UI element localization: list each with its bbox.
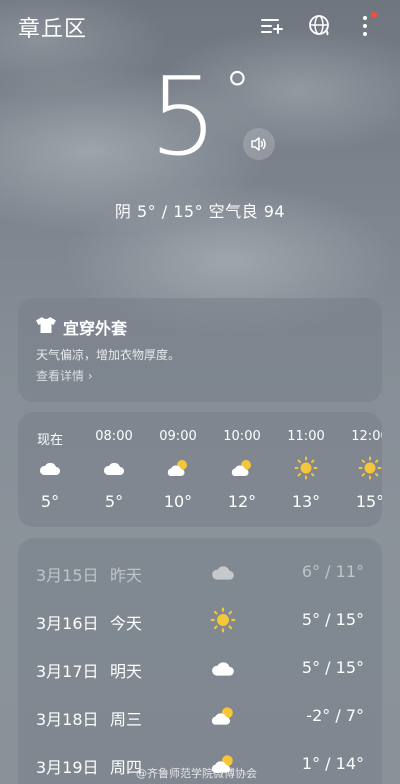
day-date: 3月19日 — [36, 758, 99, 777]
hour-time: 11:00 — [287, 429, 325, 444]
hour-time: 现在 — [36, 433, 63, 448]
day-temp-range: 6° / 11° — [301, 562, 364, 581]
hour-temp: 15° — [355, 492, 382, 511]
daily-row-wednesday[interactable]: 3月18日 周三 -2° / 7° — [18, 694, 382, 738]
hour-temp: 12° — [227, 492, 257, 511]
voice-broadcast-button[interactable] — [243, 128, 275, 160]
add-list-icon — [261, 19, 283, 34]
day-temp-range: 5° / 15° — [301, 610, 364, 629]
more-vertical-icon — [363, 16, 367, 36]
hourly-item: 现在 5° — [18, 412, 82, 527]
day-date: 3月16日 — [36, 614, 99, 633]
partly-cloudy-icon — [231, 460, 251, 476]
partly-cloudy-icon — [167, 460, 187, 476]
degree-symbol: ° — [223, 60, 251, 123]
daily-row-tomorrow[interactable]: 3月17日 明天 5° / 15° — [18, 646, 382, 690]
world-weather-button[interactable] — [306, 12, 334, 40]
hourly-forecast-card[interactable]: 现在 5° 08:00 5° 09:00 10° 10:00 12° 11:00 — [18, 412, 382, 527]
day-name: 昨天 — [110, 566, 143, 585]
hour-time: 12:00 — [351, 429, 382, 444]
advice-details-link[interactable]: 查看详情 › — [36, 367, 93, 384]
globe-icon — [309, 15, 329, 36]
day-name: 今天 — [110, 614, 143, 633]
advice-description: 天气偏凉，增加衣物厚度。 — [36, 348, 181, 362]
current-temperature: 5 ° — [0, 58, 400, 196]
hour-time: 09:00 — [159, 429, 197, 444]
hourly-item: 11:00 13° — [274, 412, 338, 527]
advice-title: 宜穿外套 — [63, 319, 128, 338]
current-temp-value: 5 — [149, 55, 218, 180]
day-name: 周三 — [110, 710, 143, 729]
day-date: 3月15日 — [36, 566, 99, 585]
tshirt-icon — [36, 317, 56, 333]
day-temp-range: 5° / 15° — [301, 658, 364, 677]
sunny-icon — [294, 456, 318, 480]
day-date: 3月18日 — [36, 710, 99, 729]
hour-temp: 5° — [104, 492, 124, 511]
hour-time: 08:00 — [95, 429, 133, 444]
cloudy-icon — [212, 662, 234, 676]
hour-temp: 5° — [40, 492, 60, 511]
daily-row-today[interactable]: 3月16日 今天 5° / 15° — [18, 598, 382, 642]
cloudy-icon — [103, 462, 124, 475]
watermark-text: @齐鲁师范学院微博协会 — [136, 767, 257, 780]
notification-dot — [371, 12, 377, 18]
speaker-icon — [251, 137, 266, 151]
daily-forecast-card[interactable]: 3月15日 昨天 6° / 11° 3月16日 今天 5° / 15° 3月17… — [18, 538, 382, 784]
city-name[interactable]: 章丘区 — [18, 11, 87, 43]
day-date: 3月17日 — [36, 662, 99, 681]
add-city-button[interactable] — [258, 12, 286, 40]
weather-summary[interactable]: 阴 5° / 15° 空气良 94 — [0, 198, 400, 222]
hourly-item: 09:00 10° — [146, 412, 210, 527]
hourly-item: 10:00 12° — [210, 412, 274, 527]
day-temp-range: -2° / 7° — [306, 706, 364, 725]
day-name: 明天 — [110, 662, 143, 681]
hour-time: 10:00 — [223, 429, 261, 444]
sunny-icon — [210, 607, 236, 633]
hourly-item: 08:00 5° — [82, 412, 146, 527]
app-header: 章丘区 — [0, 0, 400, 52]
cloudy-icon — [212, 566, 234, 580]
sunny-icon — [358, 456, 382, 480]
hour-temp: 10° — [163, 492, 193, 511]
daily-row-yesterday[interactable]: 3月15日 昨天 6° / 11° — [18, 550, 382, 594]
clothing-advice-card[interactable]: 宜穿外套 天气偏凉，增加衣物厚度。 查看详情 › — [18, 298, 382, 402]
hour-temp: 13° — [291, 492, 321, 511]
more-menu-button[interactable] — [351, 12, 379, 40]
day-temp-range: 1° / 14° — [301, 754, 364, 773]
hourly-item: 12:00 15° — [338, 412, 382, 527]
partly-cloudy-icon — [211, 707, 233, 725]
cloudy-icon — [39, 462, 60, 475]
